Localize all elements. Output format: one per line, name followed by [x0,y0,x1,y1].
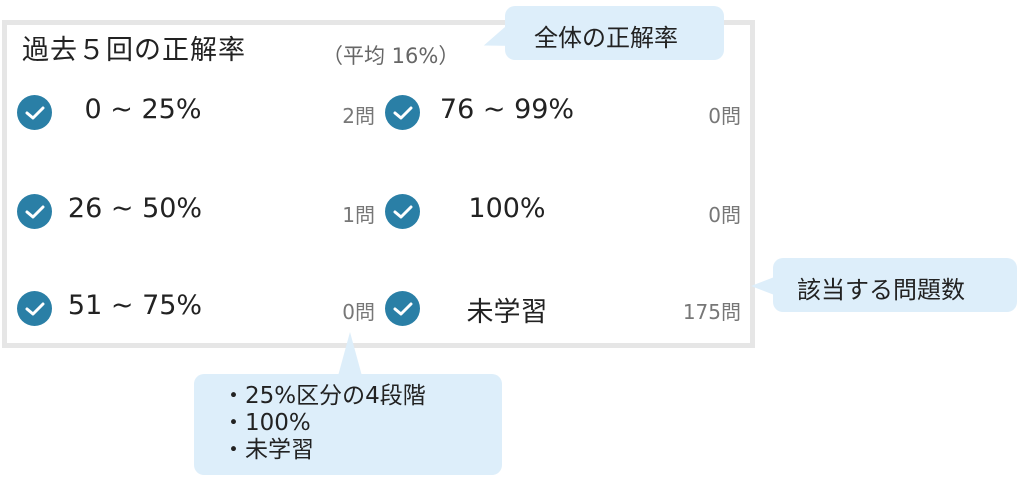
filter-row-unlearned[interactable]: 未学習 175問 [385,287,745,331]
filter-row-76-99[interactable]: 76 ~ 99% 0問 [385,91,745,135]
check-circle-icon[interactable] [17,291,52,326]
callout-range-notes: ・25%区分の4段階 ・100% ・未学習 [194,332,502,475]
callout-line: ・100% [222,410,311,436]
question-count: 2問 [342,104,375,128]
check-circle-icon[interactable] [385,95,420,130]
range-label: 0 ~ 25% [84,94,202,125]
filter-row-100[interactable]: 100% 0問 [385,190,745,234]
range-label: 未学習 [466,297,548,328]
check-circle-icon[interactable] [385,194,420,229]
filter-row-26-50[interactable]: 26 ~ 50% 1問 [17,190,377,234]
callout-text: 該当する問題数 [797,276,965,304]
range-label: 26 ~ 50% [67,193,203,224]
question-count: 175問 [682,300,741,324]
check-circle-icon[interactable] [17,95,52,130]
range-label: 51 ~ 75% [67,290,203,321]
question-count: 0問 [708,104,741,128]
check-circle-icon[interactable] [17,194,52,229]
callout-question-count: 該当する問題数 [751,258,1017,312]
range-label: 100% [468,193,546,224]
range-label: 76 ~ 99% [439,94,575,125]
question-count: 0問 [708,203,741,227]
callout-text: 全体の正解率 [534,24,678,52]
callout-line: ・25%区分の4段階 [222,383,426,409]
panel-title: 過去５回の正解率 [22,35,246,66]
callout-tail [751,276,777,296]
callout-tail [338,332,362,376]
average-accuracy: （平均 16%） [322,44,460,68]
question-count: 0問 [342,300,375,324]
callout-overall-accuracy: 全体の正解率 [480,6,724,60]
filter-row-0-25[interactable]: 0 ~ 25% 2問 [17,91,377,135]
filter-row-51-75[interactable]: 51 ~ 75% 0問 [17,287,377,331]
question-count: 1問 [342,203,375,227]
callout-line: ・未学習 [222,437,314,463]
check-circle-icon[interactable] [385,291,420,326]
